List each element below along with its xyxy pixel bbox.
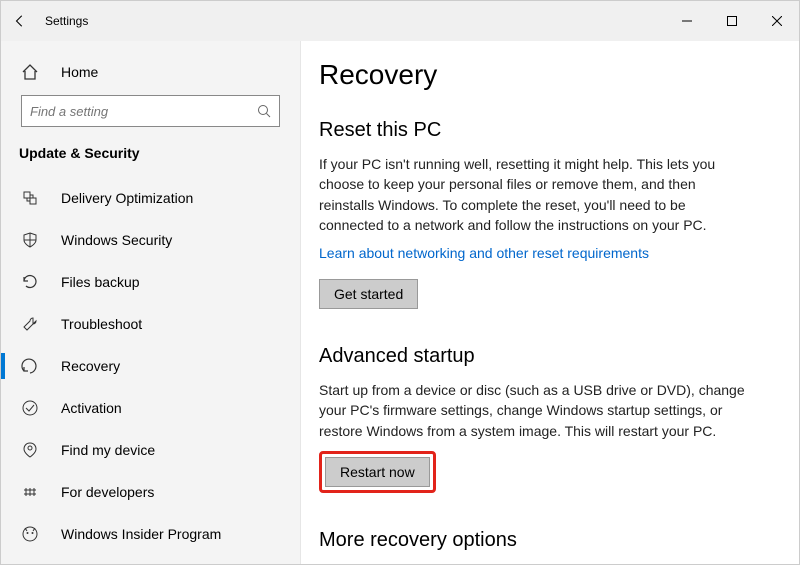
reset-section: Reset this PC If your PC isn't running w… [319,119,765,309]
search-box[interactable] [21,95,280,127]
backup-icon [21,273,39,291]
delivery-icon [21,189,39,207]
sidebar-item-activation[interactable]: Activation [1,387,300,429]
location-icon [21,441,39,459]
reset-learn-link[interactable]: Learn about networking and other reset r… [319,245,649,261]
sidebar-item-windows-security[interactable]: Windows Security [1,219,300,261]
sidebar-item-label: Troubleshoot [61,316,142,332]
check-circle-icon [21,399,39,417]
home-label: Home [61,64,98,80]
sidebar-item-label: Files backup [61,274,140,290]
sidebar-item-find-my-device[interactable]: Find my device [1,429,300,471]
sidebar-item-label: For developers [61,484,154,500]
shield-icon [21,231,39,249]
window-title: Settings [45,14,88,28]
maximize-button[interactable] [709,6,754,36]
sidebar-item-windows-insider-program[interactable]: Windows Insider Program [1,513,300,555]
content-pane: Recovery Reset this PC If your PC isn't … [301,41,799,564]
sidebar-item-label: Recovery [61,358,120,374]
insider-icon [21,525,39,543]
sidebar-item-files-backup[interactable]: Files backup [1,261,300,303]
developers-icon [21,483,39,501]
more-recovery-section: More recovery options Learn how to start… [319,529,765,564]
window-controls [664,6,799,36]
advanced-heading: Advanced startup [319,345,765,368]
sidebar-item-for-developers[interactable]: For developers [1,471,300,513]
titlebar: Settings [1,1,799,41]
sidebar-item-delivery-optimization[interactable]: Delivery Optimization [1,177,300,219]
close-button[interactable] [754,6,799,36]
advanced-description: Start up from a device or disc (such as … [319,380,749,441]
sidebar-item-label: Activation [61,400,122,416]
search-input[interactable] [30,104,257,119]
sidebar-item-label: Delivery Optimization [61,190,193,206]
wrench-icon [21,315,39,333]
more-heading: More recovery options [319,529,765,552]
sidebar-item-label: Find my device [61,442,155,458]
reset-description: If your PC isn't running well, resetting… [319,154,749,235]
section-label: Update & Security [1,145,300,177]
get-started-button[interactable]: Get started [319,279,418,309]
advanced-startup-section: Advanced startup Start up from a device … [319,345,765,493]
highlight-annotation: Restart now [319,451,436,493]
sidebar: Home Update & Security Delivery Optimiza… [1,41,301,564]
sidebar-item-label: Windows Security [61,232,172,248]
settings-window: Settings Home [0,0,800,565]
sidebar-item-recovery[interactable]: Recovery [1,345,300,387]
recovery-icon [21,357,39,375]
home-icon [21,63,39,81]
search-icon [257,104,271,118]
minimize-button[interactable] [664,6,709,36]
back-icon[interactable] [13,14,27,28]
reset-heading: Reset this PC [319,119,765,142]
home-link[interactable]: Home [1,55,300,95]
restart-now-button[interactable]: Restart now [325,457,430,487]
page-title: Recovery [319,59,765,91]
sidebar-item-label: Windows Insider Program [61,526,221,542]
sidebar-item-troubleshoot[interactable]: Troubleshoot [1,303,300,345]
